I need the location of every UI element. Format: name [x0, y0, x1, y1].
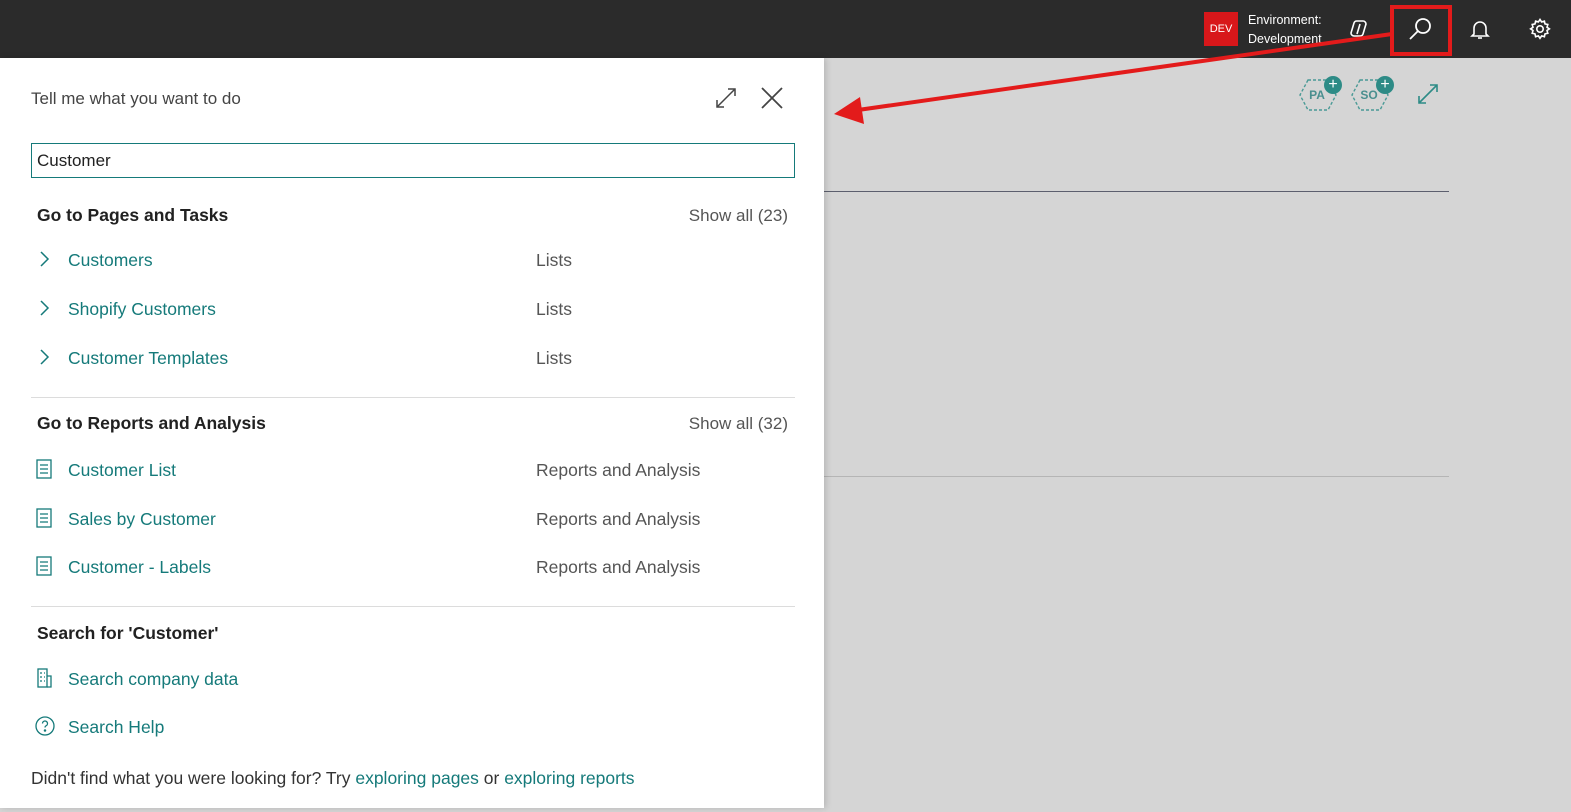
expand-icon[interactable] — [1416, 82, 1440, 106]
background-divider — [824, 191, 1449, 192]
list-item-name[interactable]: Sales by Customer — [68, 509, 216, 530]
list-item[interactable]: Search Help — [31, 707, 795, 747]
section-divider — [31, 606, 795, 607]
list-item[interactable]: Customer Templates Lists — [31, 338, 795, 378]
list-item[interactable]: Customer - Labels Reports and Analysis — [31, 547, 795, 587]
avatar-so[interactable]: SO + — [1350, 76, 1394, 112]
section-heading-pages: Go to Pages and Tasks — [37, 205, 229, 225]
close-icon[interactable] — [758, 84, 786, 112]
list-item[interactable]: Customers Lists — [31, 240, 795, 280]
list-item[interactable]: Sales by Customer Reports and Analysis — [31, 499, 795, 539]
section-heading-reports: Go to Reports and Analysis — [37, 413, 266, 433]
list-item-name[interactable]: Customer List — [68, 460, 176, 481]
list-item-name[interactable]: Customer - Labels — [68, 557, 211, 578]
help-icon — [35, 716, 55, 736]
list-item-name[interactable]: Search company data — [68, 669, 238, 690]
footer-middle: or — [478, 768, 505, 788]
chevron-right-icon — [40, 300, 50, 316]
report-icon — [36, 556, 52, 576]
footer-text: Didn't find what you were looking for? T… — [31, 768, 635, 789]
expand-icon[interactable] — [714, 86, 738, 110]
copilot-icon[interactable] — [1340, 10, 1380, 48]
add-icon: + — [1324, 76, 1342, 94]
background-divider — [824, 476, 1449, 477]
list-item-name[interactable]: Customer Templates — [68, 348, 228, 369]
list-item-category: Reports and Analysis — [536, 557, 701, 577]
list-item-category: Reports and Analysis — [536, 509, 701, 529]
section-divider — [31, 397, 795, 398]
list-item-category: Lists — [536, 250, 572, 270]
list-item-category: Reports and Analysis — [536, 460, 701, 480]
top-navigation-bar: DEV Environment: Development — [0, 0, 1571, 58]
section-heading-search: Search for 'Customer' — [37, 623, 219, 643]
gear-icon[interactable] — [1520, 10, 1560, 48]
footer-prefix: Didn't find what you were looking for? T… — [31, 768, 356, 788]
building-icon — [37, 668, 52, 688]
exploring-reports-link[interactable]: exploring reports — [504, 768, 634, 788]
list-item-category: Lists — [536, 299, 572, 319]
search-highlight-annotation — [1390, 5, 1452, 56]
panel-title: Tell me what you want to do — [31, 89, 241, 108]
chevron-right-icon — [40, 251, 50, 267]
avatar-pa[interactable]: PA + — [1298, 76, 1342, 112]
environment-badge[interactable]: DEV — [1204, 12, 1238, 46]
report-icon — [36, 459, 52, 479]
search-input[interactable] — [31, 143, 795, 178]
exploring-pages-link[interactable]: exploring pages — [355, 768, 479, 788]
list-item[interactable]: Search company data — [31, 659, 795, 699]
report-icon — [36, 508, 52, 528]
environment-label-line1: Environment: — [1248, 13, 1322, 27]
list-item[interactable]: Shopify Customers Lists — [31, 289, 795, 329]
add-icon: + — [1376, 76, 1394, 94]
list-item-name[interactable]: Customers — [68, 250, 153, 271]
list-item-name[interactable]: Shopify Customers — [68, 299, 216, 320]
list-item-name[interactable]: Search Help — [68, 717, 164, 738]
environment-label[interactable]: Environment: Development — [1248, 11, 1322, 49]
environment-label-line2: Development — [1248, 32, 1322, 46]
tell-me-panel: Tell me what you want to do Go to Pages … — [0, 58, 824, 808]
bell-icon[interactable] — [1460, 10, 1500, 48]
chevron-right-icon — [40, 349, 50, 365]
list-item[interactable]: Customer List Reports and Analysis — [31, 450, 795, 490]
show-all-pages-link[interactable]: Show all (23) — [689, 206, 788, 226]
list-item-category: Lists — [536, 348, 572, 368]
show-all-reports-link[interactable]: Show all (32) — [689, 414, 788, 434]
